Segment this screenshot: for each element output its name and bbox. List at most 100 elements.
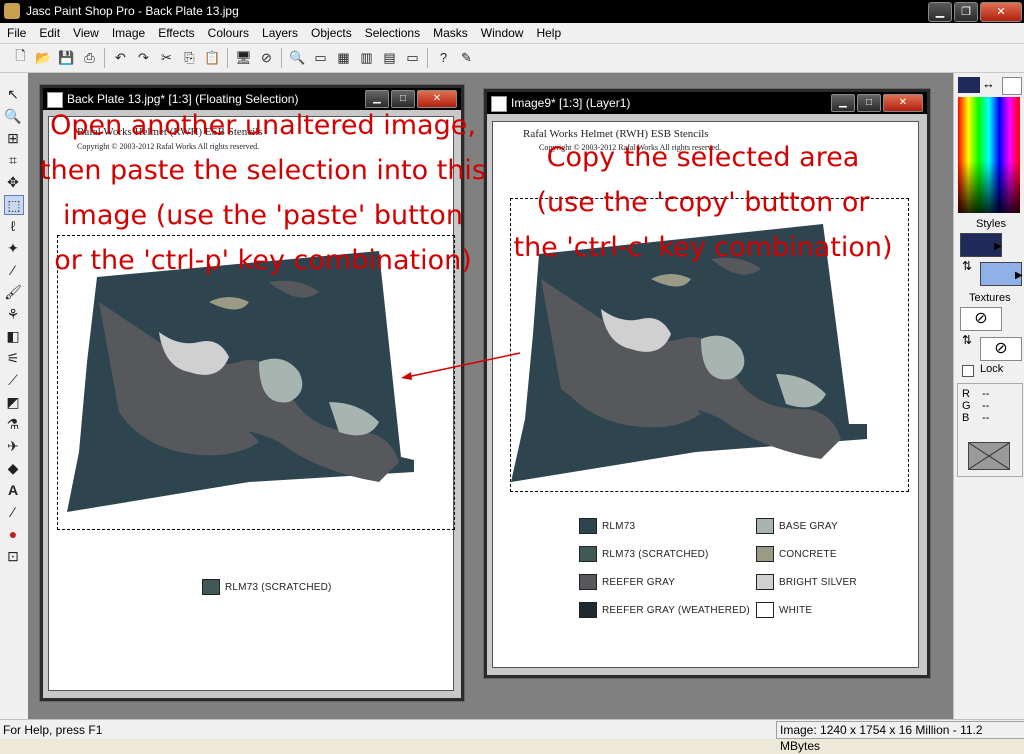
swatch-label-reefer-gray-weathered: REEFER GRAY (WEATHERED)	[602, 605, 750, 616]
menu-image[interactable]: Image	[105, 23, 151, 40]
doc-minimize-button[interactable]: ▁	[831, 94, 855, 112]
swap-styles-icon[interactable]: ⇅	[962, 259, 972, 273]
color-picker-spectrum[interactable]	[958, 97, 1020, 213]
deformation-tool-icon[interactable]: ⊞	[4, 129, 22, 147]
annotation-line: or the 'ctrl-p' key combination)	[54, 245, 472, 276]
swatch-label-reefer-gray: REEFER GRAY	[602, 577, 676, 588]
eraser-icon[interactable]: ◩	[4, 393, 22, 411]
zoom-icon[interactable]: 🔍	[289, 49, 306, 66]
tool-options-icon[interactable]: ▭	[404, 49, 421, 66]
swatch-label-bright-silver: BRIGHT SILVER	[779, 577, 857, 588]
menu-colours[interactable]: Colours	[201, 23, 255, 40]
minimize-button[interactable]: ▁	[928, 2, 952, 22]
text-tool-icon[interactable]: A	[4, 481, 22, 499]
overview-icon[interactable]: ▭	[312, 49, 329, 66]
redo-icon[interactable]: ↷	[135, 49, 152, 66]
zoom-tool-icon[interactable]: 🔍	[4, 107, 22, 125]
crop-tool-icon[interactable]: ⌗	[4, 151, 22, 169]
menu-view[interactable]: View	[66, 23, 105, 40]
menu-layers[interactable]: Layers	[255, 23, 304, 40]
object-selector-icon[interactable]: ⊡	[4, 547, 22, 565]
paste-icon[interactable]: 📋	[204, 49, 221, 66]
browse-icon[interactable]: 🖥	[235, 49, 252, 66]
foreground-color-chip[interactable]	[958, 77, 980, 93]
scratch-remover-icon[interactable]: ⟋	[4, 371, 22, 389]
styles-label: Styles	[976, 218, 1006, 230]
colour-palette-icon[interactable]: ▦	[335, 49, 352, 66]
swatch-label-base-gray: BASE GRAY	[779, 521, 838, 532]
lock-checkbox[interactable]	[962, 365, 974, 377]
materials-palette: ↔ Styles ▶ ⇅ ▶ Textures ⊘ ⇅ ⊘ Lock R -- …	[953, 73, 1024, 719]
status-help-text: For Help, press F1	[3, 723, 103, 737]
background-color-chip[interactable]	[1002, 77, 1022, 95]
swatch-reefer-gray-weathered	[579, 602, 597, 618]
app-title: Jasc Paint Shop Pro - Back Plate 13.jpg	[26, 4, 239, 18]
annotation-copy-instruction: Copy the selected area (use the 'copy' b…	[500, 135, 906, 270]
draw-tool-icon[interactable]: ∕	[4, 503, 22, 521]
foreground-texture-none-icon[interactable]: ⊘	[960, 307, 1002, 331]
dropper-icon[interactable]: ⁄	[4, 261, 22, 279]
menu-effects[interactable]: Effects	[151, 23, 200, 40]
doc-maximize-button[interactable]: □	[857, 94, 881, 112]
picture-tube-icon[interactable]: ⚗	[4, 415, 22, 433]
magic-wand-icon[interactable]: ✦	[4, 239, 22, 257]
cut-icon[interactable]: ✂	[158, 49, 175, 66]
menu-edit[interactable]: Edit	[32, 23, 66, 40]
annotation-line: the 'ctrl-c' key combination)	[513, 232, 893, 263]
menu-selections[interactable]: Selections	[358, 23, 426, 40]
color-info-box: R -- G -- B --	[957, 383, 1023, 477]
swatch-base-gray	[756, 518, 774, 534]
annotation-line: image (use the 'paste' button	[63, 200, 463, 231]
menu-objects[interactable]: Objects	[304, 23, 358, 40]
arrow-tool-icon[interactable]: ↖	[4, 85, 22, 103]
lock-label: Lock	[980, 363, 1004, 375]
document-title: Image9* [1:3] (Layer1)	[511, 96, 631, 110]
swap-colors-icon[interactable]: ↔	[982, 76, 995, 91]
menu-file[interactable]: File	[0, 23, 32, 40]
selection-tool-icon[interactable]: ⬚	[4, 195, 24, 215]
context-help-icon[interactable]: ?	[435, 49, 452, 66]
rgb-g-value: --	[982, 400, 990, 412]
swatch-concrete	[756, 546, 774, 562]
document-title-bar[interactable]: Image9* [1:3] (Layer1) ▁ □ ✕	[487, 92, 927, 114]
paint-brush-icon[interactable]: 🖌	[4, 283, 22, 301]
layers-palette-icon[interactable]: ▤	[381, 49, 398, 66]
undo-icon[interactable]: ↶	[112, 49, 129, 66]
style-dropdown-icon[interactable]: ▶	[994, 241, 1002, 252]
swatch-rlm73-scratched	[579, 546, 597, 562]
doc-close-button[interactable]: ✕	[883, 94, 923, 112]
background-texture-none-icon[interactable]: ⊘	[980, 337, 1022, 361]
full-screen-icon[interactable]: ⊘	[258, 49, 275, 66]
textures-label: Textures	[969, 292, 1011, 304]
bg-style-dropdown-icon[interactable]: ▶	[1015, 270, 1023, 281]
clone-brush-icon[interactable]: ⚘	[4, 305, 22, 323]
restore-button[interactable]: ❐	[954, 2, 978, 22]
swatch-label-rlm73: RLM73	[602, 521, 636, 532]
mover-tool-icon[interactable]: ✥	[4, 173, 22, 191]
colour-replacer-icon[interactable]: ◧	[4, 327, 22, 345]
airbrush-icon[interactable]: ✈	[4, 437, 22, 455]
swatch-white	[756, 602, 774, 618]
app-icon[interactable]	[4, 3, 20, 19]
swap-textures-icon[interactable]: ⇅	[962, 333, 972, 347]
copy-icon[interactable]: ⎘	[181, 49, 198, 66]
script-icon[interactable]: ✎	[458, 49, 475, 66]
menu-masks[interactable]: Masks	[426, 23, 474, 40]
print-icon[interactable]: ⎙	[81, 49, 98, 66]
menu-help[interactable]: Help	[529, 23, 567, 40]
preset-shapes-icon[interactable]: ●	[4, 525, 22, 543]
rgb-r-label: R	[962, 388, 970, 400]
annotation-line: Open another unaltered image,	[50, 110, 476, 141]
menu-window[interactable]: Window	[474, 23, 530, 40]
close-button[interactable]: ✕	[980, 2, 1022, 22]
swatch-rlm73	[579, 518, 597, 534]
flood-fill-icon[interactable]: ◆	[4, 459, 22, 477]
new-file-icon[interactable]: 🗋	[12, 48, 29, 66]
open-folder-icon[interactable]: 📂	[35, 49, 52, 66]
rgb-r-value: --	[982, 388, 990, 400]
histogram-icon[interactable]: ▥	[358, 49, 375, 66]
save-icon[interactable]: 💾	[58, 49, 75, 66]
status-bar: For Help, press F1 Image: 1240 x 1754 x …	[0, 719, 1024, 753]
freehand-selection-icon[interactable]: ℓ	[4, 217, 22, 235]
retouch-icon[interactable]: ⚟	[4, 349, 22, 367]
